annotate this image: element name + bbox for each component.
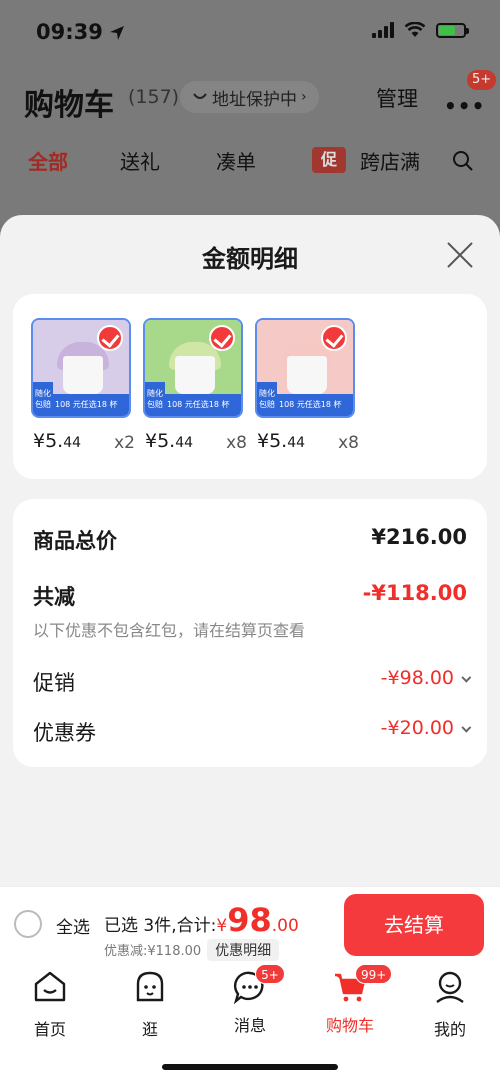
nav-home[interactable]: 首页 <box>10 970 90 1040</box>
product-thumbnail: 108 元任选18 杯 随化 包赔 <box>143 318 243 418</box>
nav-label: 逛 <box>141 1020 158 1039</box>
status-indicators <box>372 22 469 38</box>
tab-bundle[interactable]: 凑单 <box>216 146 256 175</box>
checkout-bar: 全选 已选 3件,合计:¥98.00 优惠减:¥118.00 优惠明细 去结算 <box>0 886 500 962</box>
more-icon[interactable]: ••• <box>444 94 485 118</box>
home-indicator <box>162 1064 338 1070</box>
product-tag: 随化 包赔 <box>145 382 165 416</box>
total-amount: ¥98.00 <box>216 901 299 939</box>
chevron-down-icon <box>461 672 472 683</box>
reduction-note: 以下优惠不包含红包，请在结算页查看 <box>33 621 306 640</box>
total-line: 已选 3件,合计:¥98.00 <box>104 901 299 939</box>
location-arrow-icon <box>110 26 124 40</box>
smile-icon <box>193 93 207 99</box>
signal-icon <box>372 22 394 38</box>
cart-badge: 99+ <box>355 964 393 984</box>
product-tag: 随化 包赔 <box>33 382 53 416</box>
product-qty: x2 <box>114 433 135 453</box>
discount-line: 优惠减:¥118.00 优惠明细 <box>104 939 280 961</box>
nav-me[interactable]: 我的 <box>410 970 490 1040</box>
cart-header: 购物车 (157) 地址保护中 › 管理 ••• 5+ 全部 送礼 凑单 促 跨… <box>0 64 500 224</box>
manage-button[interactable]: 管理 <box>376 83 418 113</box>
cart-icon: 99+ <box>333 964 393 1004</box>
discount-text: 优惠减:¥118.00 <box>104 944 202 959</box>
product-price: ¥5.44 <box>33 430 82 452</box>
messages-badge: 5+ <box>255 964 285 984</box>
product-thumbnail: 108 元任选18 杯 随化 包赔 <box>31 318 131 418</box>
battery-icon <box>436 22 469 38</box>
page-title: 购物车 <box>24 88 114 123</box>
status-time: 09:39 <box>36 20 103 44</box>
coupon-value: -¥20.00 <box>380 717 454 739</box>
promo-label: 促销 <box>33 671 75 695</box>
discount-detail-button[interactable]: 优惠明细 <box>207 939 280 961</box>
promo-row[interactable]: -¥98.00 <box>380 667 472 689</box>
checkout-button[interactable]: 去结算 <box>344 894 484 956</box>
coupon-row[interactable]: -¥20.00 <box>380 717 472 739</box>
checkmark-icon <box>209 325 235 351</box>
product-item[interactable]: 108 元任选18 杯 随化 包赔 ¥5.44 x8 <box>255 318 359 453</box>
product-thumbnail: 108 元任选18 杯 随化 包赔 <box>255 318 355 418</box>
product-tag: 随化 包赔 <box>257 382 277 416</box>
nav-browse[interactable]: 逛 <box>110 970 190 1040</box>
close-icon[interactable] <box>446 241 474 269</box>
selected-summary: 已选 3件,合计: <box>104 916 217 936</box>
product-price: ¥5.44 <box>145 430 194 452</box>
nav-cart[interactable]: 99+ 购物车 <box>310 964 393 1036</box>
address-protection-pill[interactable]: 地址保护中 › <box>180 81 319 113</box>
search-icon[interactable] <box>452 150 474 172</box>
select-all-radio[interactable] <box>14 910 42 938</box>
price-summary-card: 商品总价 ¥216.00 共减 -¥118.00 以下优惠不包含红包，请在结算页… <box>13 499 487 767</box>
select-all-label[interactable]: 全选 <box>56 913 90 938</box>
cart-count: (157) <box>128 86 180 108</box>
promo-value: -¥98.00 <box>380 667 454 689</box>
wifi-icon <box>404 22 426 37</box>
address-protection-label: 地址保护中 <box>212 89 297 110</box>
nav-label: 购物车 <box>325 1016 374 1035</box>
home-icon <box>34 971 66 1002</box>
coupon-label: 优惠券 <box>33 721 96 745</box>
chevron-right-icon: › <box>301 89 307 105</box>
sheet-title: 金额明细 <box>202 245 298 273</box>
more-badge: 5+ <box>467 70 497 90</box>
product-qty: x8 <box>338 433 359 453</box>
amount-detail-sheet: 金额明细 108 元任选18 杯 随化 包赔 ¥5.44 x2 108 元任选1… <box>0 215 500 886</box>
tab-gift[interactable]: 送礼 <box>120 146 160 175</box>
nav-label: 我的 <box>433 1020 466 1039</box>
nav-label: 首页 <box>33 1020 66 1039</box>
reduction-label: 共减 <box>33 585 75 609</box>
nav-messages[interactable]: 5+ 消息 <box>210 964 290 1036</box>
product-item[interactable]: 108 元任选18 杯 随化 包赔 ¥5.44 x2 <box>31 318 135 453</box>
promo-icon: 促 <box>312 147 346 173</box>
status-bar: 09:39 <box>0 0 500 64</box>
goods-total-label: 商品总价 <box>33 529 117 553</box>
tab-all[interactable]: 全部 <box>28 146 68 175</box>
product-item[interactable]: 108 元任选18 杯 随化 包赔 ¥5.44 x8 <box>143 318 247 453</box>
product-price: ¥5.44 <box>257 430 306 452</box>
message-icon: 5+ <box>233 964 285 1005</box>
nav-label: 消息 <box>233 1016 266 1035</box>
product-qty: x8 <box>226 433 247 453</box>
chevron-down-icon <box>461 722 472 733</box>
tab-cross-store[interactable]: 跨店满 <box>360 146 420 175</box>
browse-face-icon <box>136 971 164 1002</box>
profile-icon <box>436 971 464 1003</box>
checkmark-icon <box>321 325 347 351</box>
cart-tabs: 全部 送礼 凑单 促 跨店满 <box>0 146 500 180</box>
checkmark-icon <box>97 325 123 351</box>
selected-products-card: 108 元任选18 杯 随化 包赔 ¥5.44 x2 108 元任选18 杯 随… <box>13 294 487 479</box>
goods-total-value: ¥216.00 <box>371 525 467 549</box>
reduction-value: -¥118.00 <box>362 581 467 605</box>
